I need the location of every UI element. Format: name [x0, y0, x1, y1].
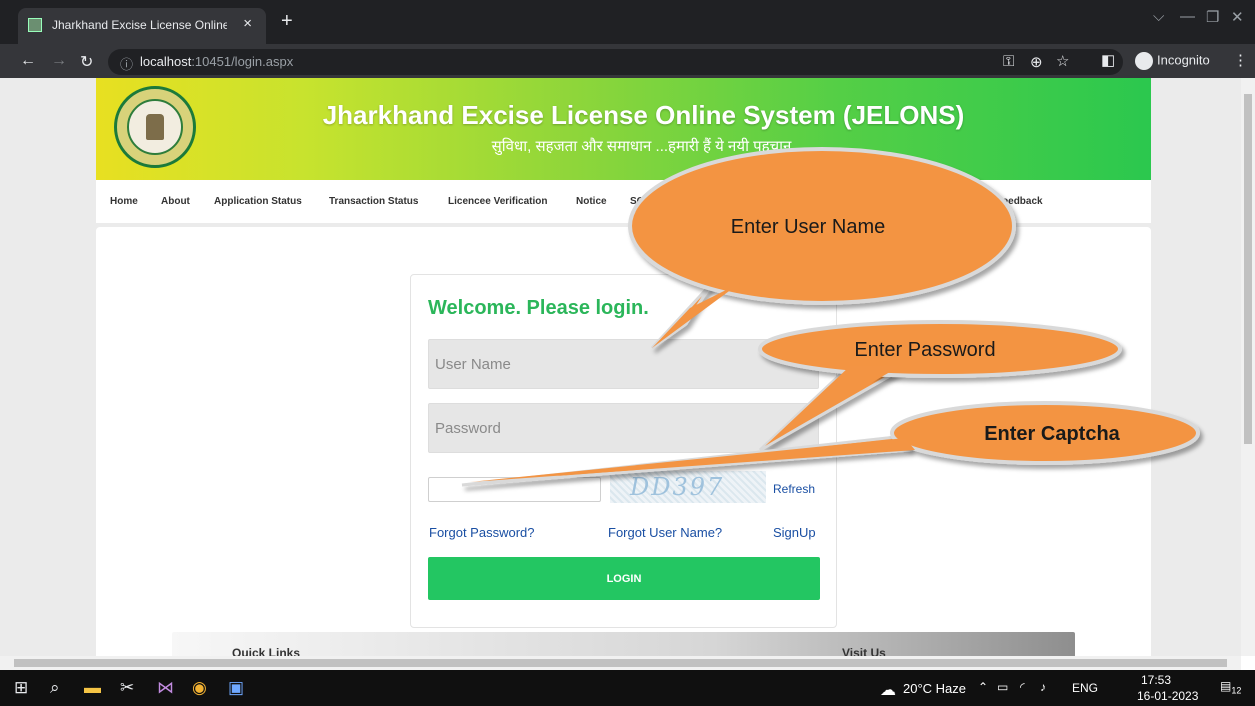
close-window-icon[interactable]: ✕	[1231, 8, 1244, 26]
minimize-icon[interactable]: —	[1180, 8, 1195, 25]
nav-notice[interactable]: Notice	[576, 196, 607, 207]
forward-icon[interactable]: →	[51, 52, 67, 70]
browser-tab[interactable]: Jharkhand Excise License Online S ×	[18, 8, 266, 44]
main-nav: Home About Application Status Transactio…	[96, 180, 1151, 223]
os-taskbar: ⊞ ⌕ ▬ ✂ ⋈ ◉ ▣ ☁ 20°C Haze ⌃ ▭ ◜ ♪ ENG 17…	[0, 670, 1255, 706]
notifications-icon[interactable]: ▤12	[1220, 679, 1241, 695]
page-viewport: Jharkhand Excise License Online System (…	[0, 78, 1241, 656]
forgot-username-link[interactable]: Forgot User Name?	[608, 525, 722, 540]
browser-tab-bar: Jharkhand Excise License Online S × + ⌵ …	[0, 0, 1255, 44]
volume-icon[interactable]: ♪	[1040, 680, 1046, 694]
quick-links-heading: Quick Links	[232, 646, 301, 656]
windows-start-icon[interactable]: ⊞	[14, 678, 28, 698]
captcha-text: DD397	[630, 473, 725, 501]
site-info-icon[interactable]: ⓘ	[120, 54, 133, 73]
nav-application-status[interactable]: Application Status	[214, 196, 302, 207]
nav-about[interactable]: About	[161, 196, 190, 207]
network-icon[interactable]: ◜	[1020, 680, 1025, 694]
signup-link[interactable]: SignUp	[773, 525, 816, 540]
footer-strip: Quick Links Visit Us	[172, 632, 1075, 656]
incognito-badge[interactable]: Incognito	[1135, 52, 1210, 70]
site-tagline: सुविधा, सहजता और समाधान ...हमारी हैं ये …	[491, 138, 792, 155]
visual-studio-icon[interactable]: ⋈	[157, 678, 174, 698]
site-favicon-icon	[28, 18, 42, 32]
nav-sop[interactable]: SOP	[630, 196, 651, 207]
weather-icon: ☁	[880, 682, 896, 699]
restore-icon[interactable]: ❐	[1206, 8, 1219, 26]
password-input[interactable]	[428, 403, 819, 453]
clock-time[interactable]: 17:53	[1141, 673, 1171, 687]
browser-toolbar: ← → ↻ ⓘ localhost:10451/login.aspx ⚿ ⊕ ☆…	[0, 44, 1255, 78]
tab-close-icon[interactable]: ×	[243, 15, 252, 32]
search-icon[interactable]: ⌕	[50, 678, 60, 698]
username-input[interactable]	[428, 339, 819, 389]
snipping-tool-icon[interactable]: ✂	[120, 678, 134, 698]
captcha-image: DD397	[610, 471, 766, 503]
nav-transaction-status[interactable]: Transaction Status	[329, 196, 418, 207]
vertical-scrollbar[interactable]	[1241, 78, 1255, 656]
tray-chevron-icon[interactable]: ⌃	[978, 680, 988, 694]
visit-us-heading: Visit Us	[842, 646, 886, 656]
file-explorer-icon[interactable]: ▬	[84, 678, 101, 698]
new-tab-button[interactable]: +	[281, 10, 293, 33]
address-bar[interactable]: ⓘ localhost:10451/login.aspx ⚿ ⊕ ☆	[108, 49, 1123, 75]
login-card: Welcome. Please login. DD397 Refresh For…	[410, 274, 837, 628]
forgot-password-link[interactable]: Forgot Password?	[429, 525, 535, 540]
back-icon[interactable]: ←	[20, 52, 36, 70]
captcha-input[interactable]	[428, 477, 601, 502]
side-panel-icon[interactable]: ◧	[1101, 51, 1115, 69]
nav-licencee-verification[interactable]: Licencee Verification	[448, 196, 548, 207]
horizontal-scrollbar[interactable]	[0, 656, 1241, 670]
tab-search-chevron-icon[interactable]: ⌵	[1153, 8, 1164, 25]
reload-icon[interactable]: ↻	[80, 52, 93, 72]
url-text: localhost:10451/login.aspx	[140, 54, 294, 69]
tab-title: Jharkhand Excise License Online S	[52, 18, 227, 32]
site-title: Jharkhand Excise License Online System (…	[322, 100, 965, 130]
bookmark-star-icon[interactable]: ☆	[1056, 52, 1069, 70]
incognito-icon	[1135, 52, 1153, 70]
nav-home[interactable]: Home	[110, 196, 138, 207]
key-icon[interactable]: ⚿	[1003, 53, 1014, 70]
login-button[interactable]: LOGIN	[428, 557, 820, 600]
battery-icon[interactable]: ▭	[997, 680, 1008, 694]
language-indicator[interactable]: ENG	[1072, 681, 1098, 695]
clock-date[interactable]: 16-01-2023	[1137, 689, 1198, 703]
refresh-captcha-link[interactable]: Refresh	[773, 482, 815, 496]
chrome-icon[interactable]: ◉	[192, 678, 207, 698]
more-menu-icon[interactable]: ⋮	[1233, 51, 1248, 69]
weather-text[interactable]: 20°C Haze	[903, 681, 966, 696]
zoom-icon[interactable]: ⊕	[1030, 53, 1043, 71]
nav-policy-feedback[interactable]: licy Feedback	[977, 196, 1043, 207]
site-banner: Jharkhand Excise License Online System (…	[96, 78, 1151, 180]
welcome-heading: Welcome. Please login.	[428, 297, 649, 319]
word-icon[interactable]: ▣	[228, 678, 244, 698]
